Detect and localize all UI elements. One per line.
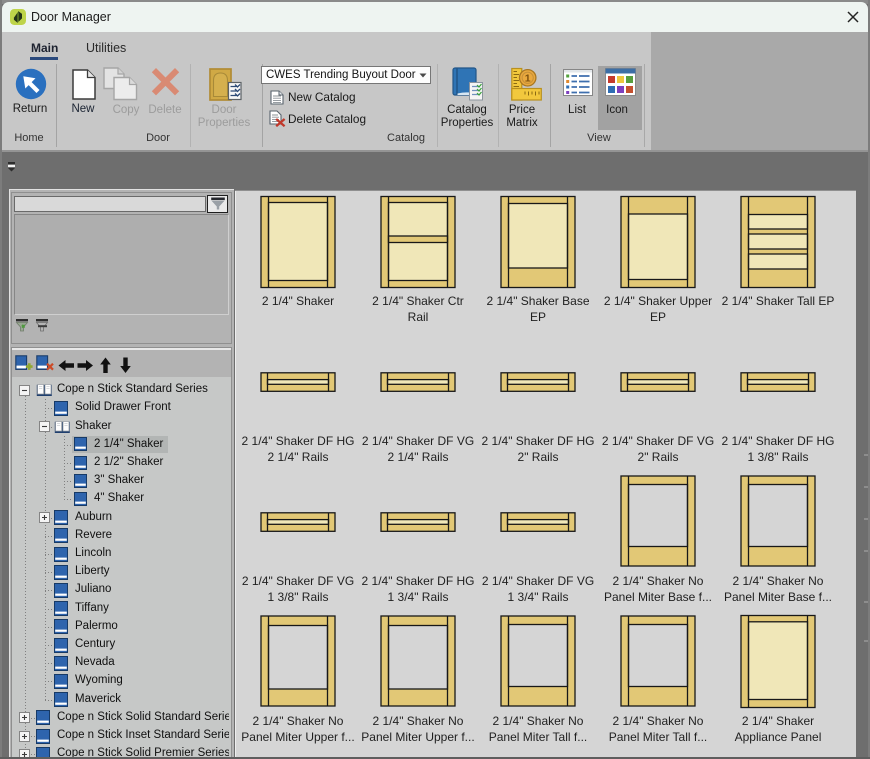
svg-text:1: 1 (525, 73, 531, 85)
